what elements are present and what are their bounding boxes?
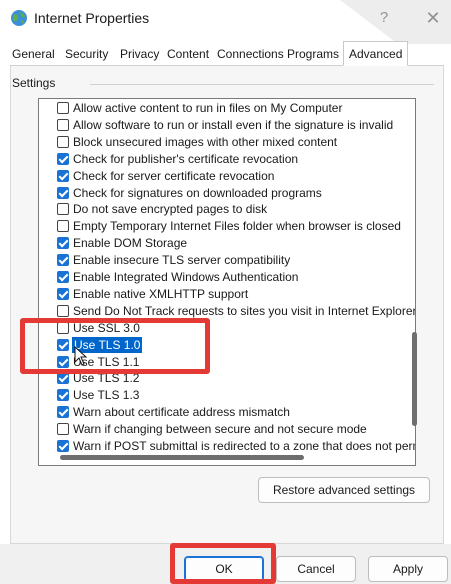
settings-checkbox[interactable] (57, 102, 69, 114)
settings-item-label: Enable insecure TLS server compatibility (73, 253, 291, 268)
settings-item-label: Check for server certificate revocation (73, 168, 275, 183)
settings-group-label: Settings (12, 76, 60, 90)
settings-item[interactable]: Check for signatures on downloaded progr… (39, 185, 415, 201)
settings-item[interactable]: Enable insecure TLS server compatibility (39, 252, 415, 268)
ok-highlight-box (170, 543, 276, 584)
settings-item[interactable]: Do not save encrypted pages to disk (39, 201, 415, 217)
settings-item-label: Warn if changing between secure and not … (73, 422, 367, 437)
horizontal-scroll-thumb[interactable] (60, 455, 304, 460)
tab-content[interactable]: Content (167, 45, 209, 65)
tab-general[interactable]: General (12, 45, 55, 65)
settings-checkbox[interactable] (57, 372, 69, 385)
settings-checkbox[interactable] (57, 406, 69, 419)
settings-checkbox[interactable] (57, 287, 69, 300)
tab-programs[interactable]: Programs (287, 45, 339, 65)
settings-listbox[interactable]: Allow active content to run in files on … (38, 98, 416, 466)
title-bar: Internet Properties ? ✕ (0, 0, 451, 38)
settings-item-label: Enable native XMLHTTP support (73, 286, 249, 301)
vertical-scrollbar[interactable] (412, 98, 418, 464)
settings-item[interactable]: Enable DOM Storage (39, 235, 415, 251)
tab-advanced[interactable]: Advanced (343, 41, 409, 66)
settings-item[interactable]: Empty Temporary Internet Files folder wh… (39, 218, 415, 234)
settings-item-label: Block unsecured images with other mixed … (73, 134, 338, 149)
settings-checkbox[interactable] (57, 220, 69, 233)
tab-security[interactable]: Security (65, 45, 108, 65)
settings-checkbox[interactable] (57, 423, 69, 436)
settings-checkbox[interactable] (57, 118, 69, 131)
settings-item-label: Allow software to run or install even if… (73, 117, 394, 132)
settings-checkbox[interactable] (57, 271, 69, 283)
tls-highlight-box (20, 318, 210, 374)
apply-button[interactable]: Apply (368, 556, 448, 582)
settings-item-label: Enable DOM Storage (73, 236, 188, 251)
mouse-pointer-icon (74, 346, 88, 366)
settings-item[interactable]: Check for server certificate revocation (39, 168, 415, 184)
tab-privacy[interactable]: Privacy (120, 45, 159, 65)
settings-checkbox[interactable] (57, 440, 69, 452)
settings-checkbox[interactable] (57, 169, 69, 182)
settings-item[interactable]: Use TLS 1.3 (39, 387, 415, 403)
settings-item-label: Enable Integrated Windows Authentication (73, 270, 299, 284)
settings-item-label: Warn if POST submittal is redirected to … (73, 439, 415, 453)
settings-checkbox[interactable] (57, 186, 69, 199)
settings-checkbox[interactable] (57, 152, 69, 165)
settings-item[interactable]: Check for publisher's certificate revoca… (39, 151, 415, 167)
settings-item[interactable]: Enable Integrated Windows Authentication (39, 269, 415, 285)
cancel-button[interactable]: Cancel (276, 556, 356, 582)
settings-item-label: Do not save encrypted pages to disk (73, 202, 268, 217)
tab-strip: General Security Privacy Content Connect… (10, 41, 444, 66)
settings-item[interactable]: Warn if changing between secure and not … (39, 421, 415, 437)
settings-divider (90, 84, 434, 85)
tab-connections[interactable]: Connections (217, 45, 284, 65)
settings-item-label: Send Do Not Track requests to sites you … (73, 303, 416, 318)
settings-item-label: Empty Temporary Internet Files folder wh… (73, 219, 401, 234)
settings-item[interactable]: Enable native XMLHTTP support (39, 286, 415, 302)
settings-item-label: Allow active content to run in files on … (73, 101, 343, 115)
settings-item[interactable]: Allow software to run or install even if… (39, 117, 415, 133)
settings-checkbox[interactable] (57, 254, 69, 267)
settings-checkbox[interactable] (57, 237, 69, 250)
window-title: Internet Properties (34, 10, 150, 26)
help-button[interactable]: ? (372, 6, 396, 30)
settings-item-label: Warn about certificate address mismatch (73, 405, 290, 420)
internet-globe-icon (11, 10, 27, 26)
settings-checkbox[interactable] (57, 389, 69, 402)
settings-checkbox[interactable] (57, 135, 69, 148)
settings-checkbox[interactable] (57, 304, 69, 317)
settings-item[interactable]: Block unsecured images with other mixed … (39, 134, 415, 150)
close-button[interactable]: ✕ (420, 6, 446, 30)
settings-item[interactable]: Warn about certificate address mismatch (39, 404, 415, 420)
settings-item-label: Check for publisher's certificate revoca… (73, 151, 299, 166)
settings-checkbox[interactable] (57, 203, 69, 216)
settings-item-label: Check for signatures on downloaded progr… (73, 185, 322, 200)
vertical-scroll-thumb[interactable] (412, 332, 417, 426)
settings-item[interactable]: Send Do Not Track requests to sites you … (39, 303, 416, 319)
settings-item[interactable]: Warn if POST submittal is redirected to … (39, 438, 415, 454)
settings-item[interactable]: Allow active content to run in files on … (39, 100, 415, 116)
settings-item-label: Use TLS 1.3 (73, 388, 140, 403)
restore-advanced-settings-button[interactable]: Restore advanced settings (258, 477, 430, 503)
